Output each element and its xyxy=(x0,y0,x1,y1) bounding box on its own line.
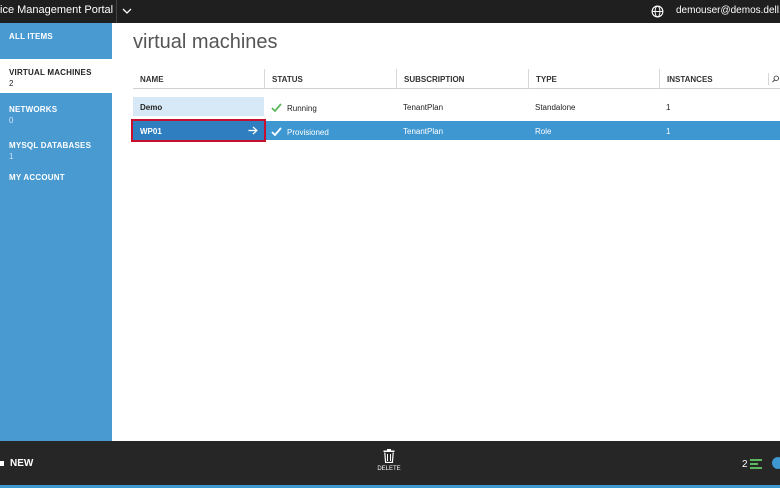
cell-instances: 1 xyxy=(666,103,671,112)
cell-status: Running xyxy=(264,97,396,116)
user-account[interactable]: demouser@demos.dell.com xyxy=(676,5,780,16)
sidebar-item-mysql-databases[interactable]: MYSQL DATABASES 1 xyxy=(0,132,112,166)
check-icon xyxy=(271,103,282,112)
sidebar-item-networks[interactable]: NETWORKS 0 xyxy=(0,96,112,130)
plus-icon xyxy=(0,461,4,466)
column-header-status[interactable]: STATUS xyxy=(264,69,396,89)
cell-subscription: TenantPlan xyxy=(403,103,444,112)
header-divider xyxy=(116,0,117,23)
help-icon[interactable] xyxy=(772,457,780,469)
trash-icon xyxy=(383,449,395,463)
table-row[interactable]: Demo Running TenantPlan Standalone 1 xyxy=(133,97,780,116)
portal-title[interactable]: ice Management Portal xyxy=(0,4,113,16)
cell-type: Standalone xyxy=(535,103,576,112)
column-header-type[interactable]: TYPE xyxy=(528,69,659,89)
cell-name[interactable]: WP01 xyxy=(131,119,266,142)
sidebar-item-label: MY ACCOUNT xyxy=(9,173,65,182)
cell-type: Role xyxy=(535,127,552,136)
globe-icon[interactable] xyxy=(651,5,664,18)
sidebar: ALL ITEMS VIRTUAL MACHINES 2 NETWORKS 0 … xyxy=(0,23,112,441)
command-bar: NEW DELETE 2 xyxy=(0,441,780,488)
sidebar-item-my-account[interactable]: MY ACCOUNT xyxy=(0,164,112,198)
table-header: NAME STATUS SUBSCRIPTION TYPE INSTANCES xyxy=(133,69,780,89)
search-icon[interactable] xyxy=(768,73,780,85)
operations-count: 2 xyxy=(742,459,748,470)
main-content: virtual machines NAME STATUS SUBSCRIPTIO… xyxy=(112,23,780,441)
operations-list-icon xyxy=(750,459,762,469)
vm-table: NAME STATUS SUBSCRIPTION TYPE INSTANCES … xyxy=(131,69,780,142)
chevron-down-icon[interactable] xyxy=(121,5,133,17)
sidebar-item-virtual-machines[interactable]: VIRTUAL MACHINES 2 xyxy=(0,59,112,93)
table-row-selected[interactable]: WP01 Provisioned TenantPlan Role 1 xyxy=(131,119,780,142)
delete-button-label: DELETE xyxy=(377,466,401,472)
status-text: Provisioned xyxy=(287,128,329,137)
sidebar-item-count: 0 xyxy=(9,116,14,125)
cell-subscription: TenantPlan xyxy=(403,127,444,136)
sidebar-item-label: NETWORKS xyxy=(9,105,58,114)
sidebar-item-label: ALL ITEMS xyxy=(9,32,53,41)
column-header-name[interactable]: NAME xyxy=(133,69,264,89)
sidebar-item-label: MYSQL DATABASES xyxy=(9,141,92,150)
check-icon xyxy=(271,127,282,136)
column-header-instances[interactable]: INSTANCES xyxy=(659,69,767,89)
sidebar-item-label: VIRTUAL MACHINES xyxy=(9,68,92,77)
cell-instances: 1 xyxy=(666,127,671,136)
vm-name-text: WP01 xyxy=(140,127,162,136)
top-bar: ice Management Portal demouser@demos.del… xyxy=(0,0,780,23)
delete-button[interactable]: DELETE xyxy=(374,449,404,481)
sidebar-item-count: 1 xyxy=(9,152,14,161)
page-title: virtual machines xyxy=(133,31,278,53)
sidebar-item-all-items[interactable]: ALL ITEMS xyxy=(0,23,112,57)
arrow-right-icon[interactable] xyxy=(248,126,258,135)
cell-name[interactable]: Demo xyxy=(133,97,264,116)
cell-status: Provisioned xyxy=(264,121,396,140)
sidebar-item-count: 2 xyxy=(9,79,14,88)
status-text: Running xyxy=(287,104,317,113)
column-header-subscription[interactable]: SUBSCRIPTION xyxy=(396,69,528,89)
new-button-label: NEW xyxy=(10,458,34,469)
